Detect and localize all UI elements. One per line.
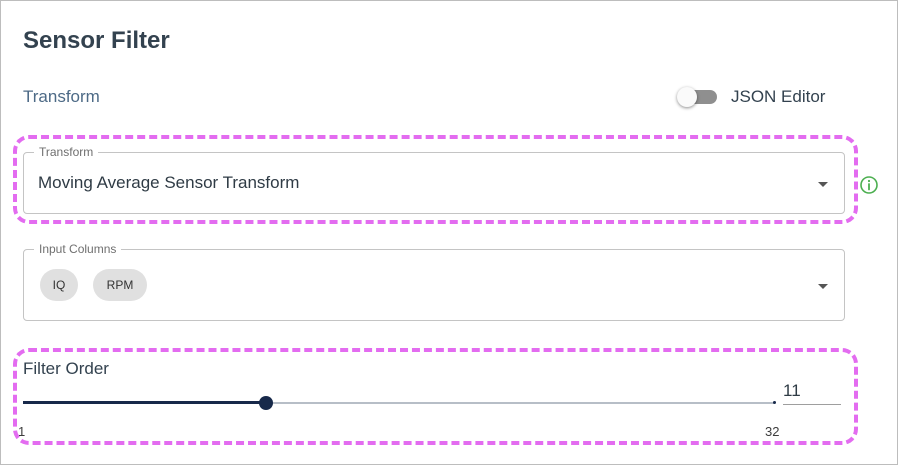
transform-select-value: Moving Average Sensor Transform <box>38 173 300 192</box>
sensor-filter-panel: Sensor Filter Transform JSON Editor Tran… <box>0 0 898 465</box>
chevron-down-icon <box>818 182 828 187</box>
info-circle-icon[interactable] <box>859 175 879 195</box>
filter-order-label: Filter Order <box>23 359 109 378</box>
transform-select-label: Transform <box>34 145 99 159</box>
slider-max-label: 32 <box>765 424 780 439</box>
input-columns-select[interactable]: Input Columns IQ RPM <box>23 242 845 321</box>
input-columns-label: Input Columns <box>34 242 122 256</box>
slider-end-mark <box>773 401 776 404</box>
filter-order-value-input[interactable] <box>783 373 841 405</box>
slider-track-fill <box>23 401 266 404</box>
chip-iq[interactable]: IQ <box>40 269 78 301</box>
section-label-transform: Transform <box>23 87 100 106</box>
json-editor-toggle[interactable] <box>677 87 719 107</box>
transform-select[interactable]: Transform Moving Average Sensor Transfor… <box>23 145 845 214</box>
chip-rpm[interactable]: RPM <box>93 269 147 301</box>
page-title: Sensor Filter <box>23 27 170 54</box>
slider-thumb[interactable] <box>258 396 273 410</box>
chevron-down-icon <box>818 284 828 289</box>
toggle-thumb <box>677 87 697 107</box>
filter-order-highlight <box>13 348 858 445</box>
json-editor-label: JSON Editor <box>731 87 826 106</box>
slider-min-label: 1 <box>18 424 26 439</box>
